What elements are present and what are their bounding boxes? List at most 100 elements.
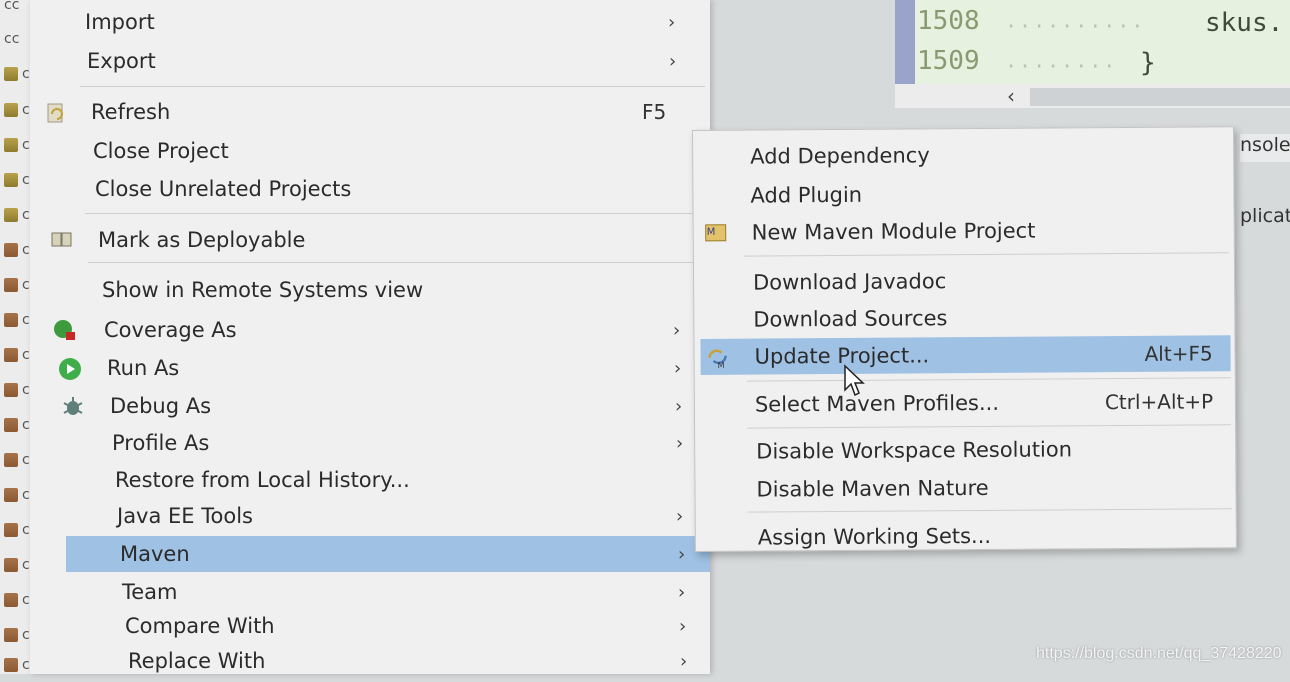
menu-item-label: Disable Workspace Resolution [756,437,1073,464]
menu-item-refresh[interactable]: Refresh F5 [30,94,710,130]
code-line: skus. [1205,8,1284,38]
jar-icon [4,628,18,642]
coverage-icon [54,320,75,340]
whitespace-marks: ·········· [1005,14,1146,38]
menu-item-label: New Maven Module Project [751,218,1036,245]
menu-item-label: Maven [120,542,190,566]
line-number: 1508 [917,6,980,36]
menu-item-run-as[interactable]: Run As › [30,350,710,386]
console-view-tab[interactable]: nsole [1240,134,1290,162]
menu-item-coverage-as[interactable]: Coverage As › [30,312,710,348]
jar-icon [4,243,18,257]
class-file-icon [4,67,18,81]
menu-item-maven[interactable]: Maven › [66,536,710,572]
menu-item-label: Run As [107,356,180,380]
svg-text:M: M [718,361,725,370]
menu-item-label: Export [87,49,156,73]
submenu-item-disable-workspace[interactable]: Disable Workspace Resolution [695,430,1235,470]
menu-item-label: Update Project... [754,343,930,369]
menu-item-label: Mark as Deployable [98,228,306,252]
submenu-arrow-icon: › [678,543,686,565]
jar-icon [4,658,18,672]
jar-icon [4,558,18,572]
menu-item-label: Add Dependency [750,143,930,169]
menu-item-label: Compare With [125,614,275,638]
menu-separator [85,213,710,214]
menu-item-label: Refresh [91,100,171,124]
scroll-thumb[interactable] [1030,88,1290,106]
maven-module-icon: M [705,224,727,242]
menu-item-compare-with[interactable]: Compare With › [30,608,710,644]
debug-icon [63,397,83,415]
menu-item-label: Replace With [128,649,266,673]
menu-item-label: Close Project [93,139,229,163]
menu-item-label: Import [85,10,155,34]
jar-icon [4,278,18,292]
shortcut-label: Ctrl+Alt+P [1104,389,1214,415]
submenu-item-new-module[interactable]: M New Maven Module Project [694,211,1234,251]
menu-item-close-unrelated[interactable]: Close Unrelated Projects [30,171,710,207]
submenu-arrow-icon: › [669,50,677,72]
class-file-icon [4,103,18,117]
menu-item-label: Show in Remote Systems view [102,278,424,302]
submenu-item-add-dependency[interactable]: Add Dependency [693,135,1233,175]
menu-item-mark-deployable[interactable]: Mark as Deployable [30,222,710,258]
change-ruler [895,0,915,84]
submenu-item-select-profiles[interactable]: Select Maven Profiles... Ctrl+Alt+P [695,383,1235,423]
submenu-arrow-icon: › [676,432,684,454]
submenu-item-download-javadoc[interactable]: Download Javadoc [694,261,1234,301]
class-file-icon [4,138,18,152]
menu-item-label: Disable Maven Nature [756,475,989,502]
mouse-cursor-icon [844,364,865,397]
menu-item-label: Java EE Tools [117,504,253,528]
menu-separator [743,252,1229,257]
whitespace-marks: ········ [1005,54,1118,78]
jar-icon [4,453,18,467]
submenu-arrow-icon: › [668,11,676,33]
scroll-left-icon[interactable]: ‹ [1007,84,1015,108]
menu-separator [80,86,705,87]
svg-text:M: M [707,227,716,238]
deploy-icon [51,232,72,247]
console-tab-label: nsole [1240,134,1290,156]
submenu-item-update-project[interactable]: M Update Project... Alt+F5 [700,335,1231,375]
jar-icon [4,418,18,432]
jar-icon [4,383,18,397]
submenu-item-add-plugin[interactable]: Add Plugin [693,174,1233,214]
editor-horizontal-scrollbar[interactable]: ‹ [895,84,1290,108]
menu-item-show-remote-systems[interactable]: Show in Remote Systems view [30,272,710,308]
submenu-arrow-icon: › [675,395,683,417]
menu-separator [747,508,1232,513]
submenu-item-assign-working-sets[interactable]: Assign Working Sets... [696,516,1236,556]
menu-separator [747,424,1232,429]
menu-item-debug-as[interactable]: Debug As › [30,388,710,424]
applications-view-tab[interactable]: plicati [1240,205,1290,233]
menu-item-import[interactable]: Import › [30,4,710,40]
menu-item-label: Restore from Local History... [115,468,410,492]
submenu-item-disable-nature[interactable]: Disable Maven Nature [695,468,1235,508]
submenu-item-download-sources[interactable]: Download Sources [694,298,1234,338]
menu-item-profile-as[interactable]: Profile As › [30,425,710,461]
submenu-arrow-icon: › [673,319,681,341]
menu-item-close-project[interactable]: Close Project [30,133,710,169]
jar-icon [4,348,18,362]
menu-item-javaee-tools[interactable]: Java EE Tools › [30,498,710,534]
submenu-arrow-icon: › [678,581,686,603]
menu-item-label: Download Javadoc [752,269,947,295]
menu-item-label: Profile As [112,431,210,455]
jar-icon [4,488,18,502]
menu-item-team[interactable]: Team › [30,574,710,610]
apps-tab-label: plicati [1240,205,1290,227]
class-file-icon [4,173,18,187]
menu-item-restore-history[interactable]: Restore from Local History... [30,462,710,498]
menu-item-export[interactable]: Export › [30,43,710,79]
menu-item-label: Assign Working Sets... [757,523,992,550]
submenu-arrow-icon: › [679,615,687,637]
maven-submenu: Add Dependency Add Plugin M New Maven Mo… [692,126,1237,552]
submenu-arrow-icon: › [674,357,682,379]
menu-separator [746,377,1231,382]
run-icon [59,358,81,380]
jar-icon [4,593,18,607]
shortcut-label: Alt+F5 [1144,341,1213,366]
submenu-arrow-icon: › [680,650,688,672]
